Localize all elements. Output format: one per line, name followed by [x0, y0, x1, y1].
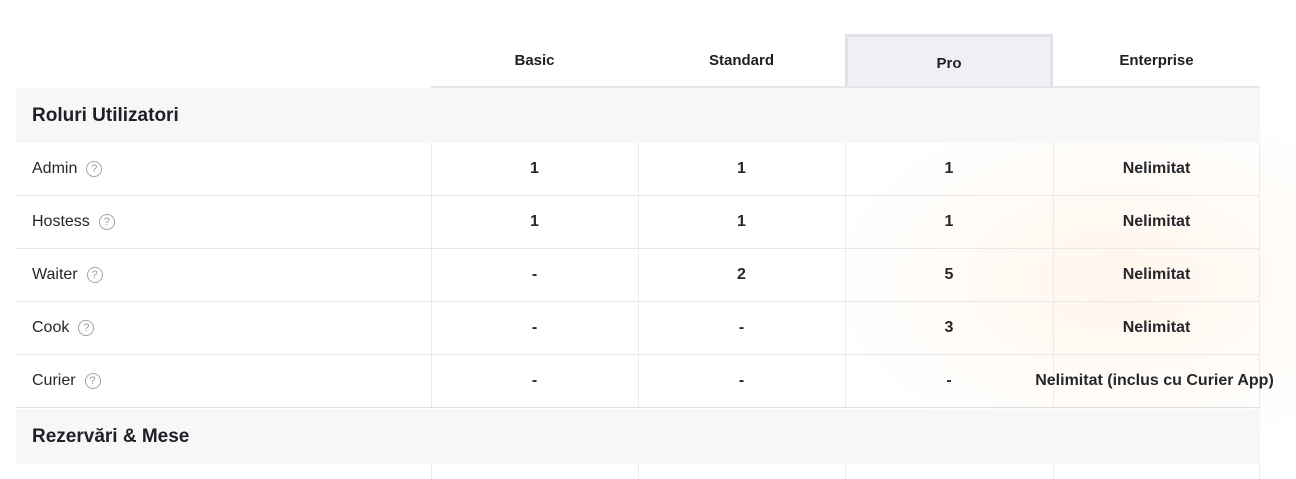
- cell-basic: -: [531, 319, 538, 336]
- cell-pro: 1: [944, 213, 954, 230]
- cell-basic: -: [531, 266, 538, 283]
- cell-enterprise: Nelimitat: [1122, 160, 1191, 177]
- section-title: Rezervări & Mese: [32, 425, 190, 447]
- question-circle-icon[interactable]: ?: [86, 161, 103, 177]
- row-label: Hostess ?: [32, 196, 115, 248]
- column-divider: [1259, 464, 1260, 479]
- table-row-hostess: Hostess ? 1 1 1 Nelimitat: [16, 196, 1260, 249]
- column-divider: [1053, 464, 1054, 479]
- row-label-text: Admin: [32, 160, 78, 177]
- plan-header-enterprise: Enterprise: [1119, 52, 1194, 69]
- column-divider: [431, 464, 432, 479]
- question-circle-icon[interactable]: ?: [98, 214, 115, 230]
- section-header-reservations-tables: Rezervări & Mese: [16, 409, 1260, 464]
- row-label: Curier ?: [32, 355, 101, 407]
- cell-enterprise: Nelimitat: [1122, 213, 1191, 230]
- cell-standard: 2: [737, 266, 746, 283]
- plan-header-pro: Pro: [845, 34, 1053, 87]
- row-label: Cook ?: [32, 302, 95, 354]
- cell-enterprise: Nelimitat (inclus cu Curier App): [1035, 372, 1274, 389]
- question-circle-icon[interactable]: ?: [78, 320, 95, 336]
- cell-enterprise: Nelimitat: [1122, 319, 1191, 336]
- cell-basic: -: [531, 372, 538, 389]
- cell-standard: 1: [737, 160, 746, 177]
- row-label-text: Waiter: [32, 266, 78, 283]
- plan-header-standard: Standard: [708, 52, 774, 69]
- question-circle-icon[interactable]: ?: [84, 373, 101, 389]
- row-label-text: Curier: [32, 372, 76, 389]
- table-row-curier: Curier ? - - - Nelimitat (inclus cu Curi…: [16, 355, 1274, 408]
- table-row-waiter: Waiter ? - 2 5 Nelimitat: [16, 249, 1260, 302]
- cell-basic: 1: [530, 160, 539, 177]
- table-row-admin: Admin ? 1 1 1 Nelimitat: [16, 143, 1260, 196]
- cell-standard: -: [738, 319, 745, 336]
- pricing-comparison-table: Basic Standard Pro Enterprise Roluri Uti…: [0, 0, 1296, 479]
- cell-enterprise: Nelimitat: [1122, 266, 1191, 283]
- column-divider: [845, 464, 846, 479]
- row-label: Admin ?: [32, 143, 103, 195]
- cell-standard: -: [738, 372, 745, 389]
- cell-basic: 1: [530, 213, 539, 230]
- cell-pro: 3: [944, 319, 954, 336]
- cell-standard: 1: [737, 213, 746, 230]
- plan-header-basic: Basic: [514, 52, 555, 69]
- column-divider: [638, 464, 639, 479]
- row-label-text: Hostess: [32, 213, 90, 230]
- cell-pro: 1: [944, 160, 954, 177]
- row-label-text: Cook: [32, 319, 70, 336]
- section-title: Roluri Utilizatori: [32, 104, 179, 126]
- table-row-cook: Cook ? - - 3 Nelimitat: [16, 302, 1260, 355]
- cell-pro: 5: [944, 266, 954, 283]
- row-label: Waiter ?: [32, 249, 103, 301]
- section-header-user-roles: Roluri Utilizatori: [16, 88, 1260, 143]
- question-circle-icon[interactable]: ?: [86, 267, 103, 283]
